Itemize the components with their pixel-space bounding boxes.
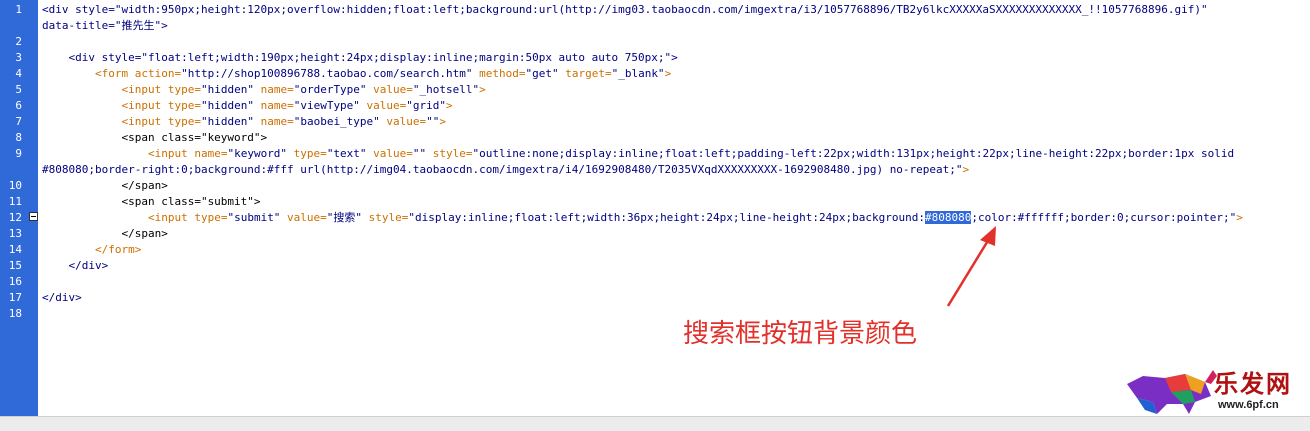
watermark-url: www.6pf.cn — [1218, 399, 1279, 411]
annotation-label: 搜索框按钮背景颜色 — [683, 319, 918, 349]
watermark-logo-text: 乐发网 — [1214, 369, 1292, 398]
annotation-arrow-icon — [946, 226, 996, 307]
